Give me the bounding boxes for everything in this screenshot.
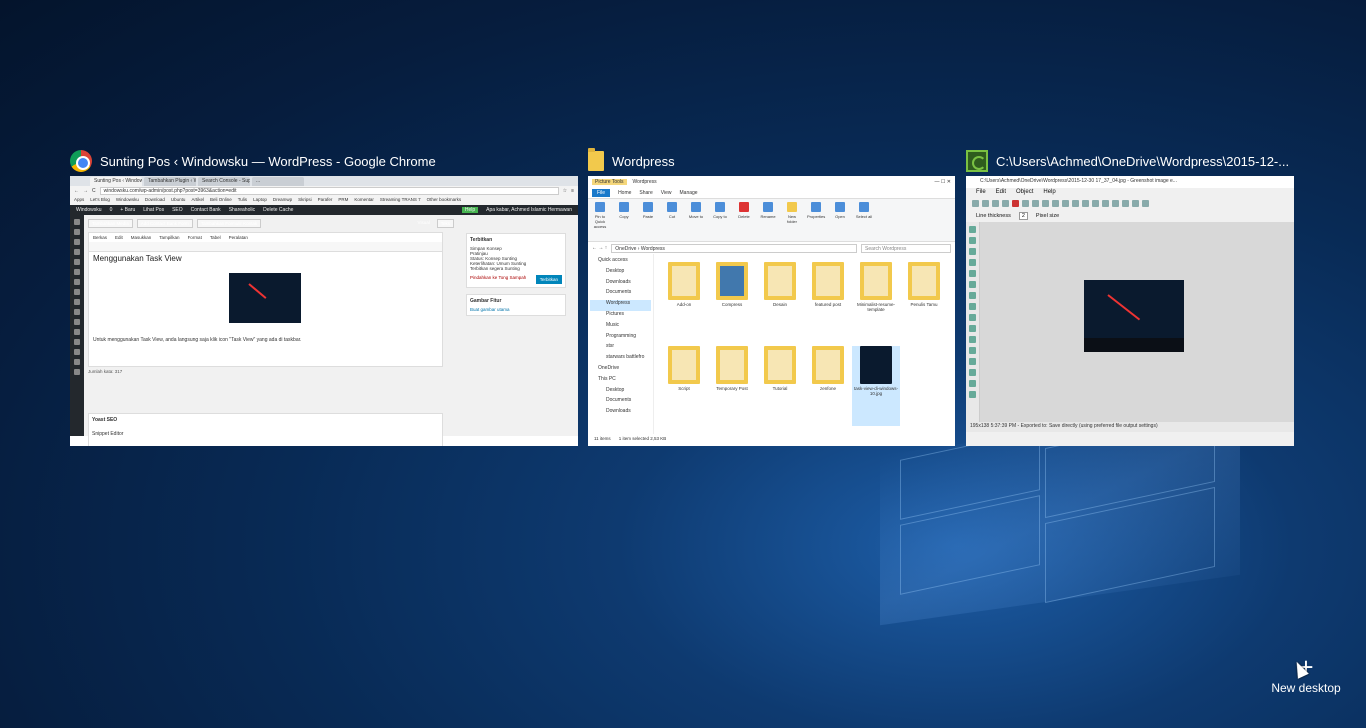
file-label: task-view-di-windows-10.jpg [853, 386, 898, 396]
featured-image-box: Gambar Fitur Buat gambar utama [466, 294, 566, 316]
file-label: Temporary Post [716, 386, 748, 391]
wp-right-column: Terbitkan Simpan Konsep Pratinjau Status… [466, 233, 566, 322]
file-item[interactable]: task-view-di-windows-10.jpg [852, 346, 900, 426]
file-grid: Add-on Compress Desain featured post Minimal… [654, 254, 955, 434]
greenshot-status-bar: 195x138 5:37:39 PM - Exported to: Save d… [966, 422, 1294, 432]
browser-tab: Sunting Pos ‹ Windowsk... [90, 177, 142, 186]
greenshot-options: Line thickness 2 Pixel size [976, 212, 1060, 220]
task-view-window-explorer[interactable]: Wordpress Picture Tools Wordpress — ☐ ✕ … [588, 148, 955, 446]
post-editor: Berkas Edit Masukkan Tampilkan Format Tabel… [88, 232, 443, 367]
address-bar: ← → C windowsku.com/wp-admin/post.php?post… [70, 186, 578, 196]
greenshot-titlebar: C:\Users\Achmed\OneDrive\Wordpress\2015-… [966, 176, 1294, 188]
nav-item[interactable]: Pictures [590, 311, 651, 322]
bookmarks-bar: Apps Let's Blog Windowsku Download Ubuntu A… [70, 196, 578, 205]
explorer-address-bar: ← → ↑ OneDrive › Wordpress Search Wordpr… [588, 242, 955, 254]
folder-icon [812, 262, 844, 300]
browser-tab: Tambahkan Plugin ‹ Windo... [144, 177, 196, 186]
nav-item[interactable]: Quick access [590, 257, 651, 268]
wp-sidebar [70, 215, 84, 436]
window-header[interactable]: C:\Users\Achmed\OneDrive\Wordpress\2015-… [966, 148, 1294, 174]
greenshot-canvas [980, 222, 1294, 422]
file-label: Penulis Tamu [910, 302, 938, 307]
file-item[interactable]: Minimalist-resume-template [852, 262, 900, 342]
file-item[interactable]: Temporary Post [708, 346, 756, 426]
folder-icon [764, 262, 796, 300]
folder-icon [668, 262, 700, 300]
folder-icon [908, 262, 940, 300]
yoast-box: Yoast SEO Snippet Editor [88, 413, 443, 446]
nav-item[interactable]: Downloads [590, 408, 651, 419]
folder-icon [716, 262, 748, 300]
task-view-window-greenshot[interactable]: C:\Users\Achmed\OneDrive\Wordpress\2015-… [966, 148, 1294, 446]
file-label: Tutorial [772, 386, 788, 391]
file-item[interactable]: Tutorial [756, 346, 804, 426]
nav-item[interactable]: Documents [590, 397, 651, 408]
file-label: Minimalist-resume-template [856, 302, 895, 312]
ribbon: Pin to Quick access Copy Paste Cut Move … [588, 198, 955, 242]
greenshot-side-tools [966, 222, 980, 422]
explorer-status-bar: 11 items 1 item selected 2,53 KB [594, 436, 667, 441]
file-item[interactable]: Add-on [660, 262, 708, 342]
nav-item[interactable]: stsr [590, 343, 651, 354]
nav-item[interactable]: Programming [590, 333, 651, 344]
window-title: Sunting Pos ‹ Windowsku — WordPress - Go… [100, 153, 436, 169]
folder-icon [860, 262, 892, 300]
window-header[interactable]: Wordpress [588, 148, 955, 174]
browser-tabs: Sunting Pos ‹ Windowsk... Tambahkan Plug… [70, 176, 578, 186]
explorer-titlebar: Picture Tools Wordpress — ☐ ✕ [588, 176, 955, 188]
file-label: featured post [814, 302, 842, 307]
chrome-icon [70, 150, 92, 172]
file-label: Script [678, 386, 690, 391]
nav-item[interactable]: Wordpress [590, 300, 651, 311]
nav-item[interactable]: Music [590, 322, 651, 333]
nav-item[interactable]: This PC [590, 376, 651, 387]
nav-item[interactable]: Desktop [590, 387, 651, 398]
editor-buttons: Tambahkan Media Add Contact Bank Form Ta… [88, 219, 574, 228]
folder-icon [588, 148, 604, 171]
nav-item[interactable]: OneDrive [590, 365, 651, 376]
window-thumbnail[interactable]: Picture Tools Wordpress — ☐ ✕ File Home … [588, 176, 955, 446]
greenshot-icon [966, 150, 988, 172]
post-heading: Menggunakan Task View [93, 254, 182, 263]
navigation-pane: Quick access Desktop Downloads Documents Wor… [588, 254, 654, 434]
folder-icon [668, 346, 700, 384]
ribbon-tabs: File Home Share View Manage [588, 188, 955, 198]
window-thumbnail[interactable]: Sunting Pos ‹ Windowsk... Tambahkan Plug… [70, 176, 578, 446]
browser-tab: ... [252, 177, 304, 186]
file-item[interactable]: Desain [756, 262, 804, 342]
nav-item[interactable]: Desktop [590, 268, 651, 279]
file-item[interactable]: Compress [708, 262, 756, 342]
wp-admin-bar: Windowsku 0 + Baru Lihat Pos SEO Contact Ba… [70, 205, 578, 215]
nav-item[interactable]: Downloads [590, 279, 651, 290]
file-label: Add-on [676, 302, 692, 307]
folder-icon [716, 346, 748, 384]
image-thumbnail-icon [860, 346, 892, 384]
file-item[interactable]: featured post [804, 262, 852, 342]
task-view-window-chrome[interactable]: Sunting Pos ‹ Windowsku — WordPress - Go… [70, 148, 578, 446]
post-paragraph: Untuk menggunakan Task View, anda langsu… [93, 337, 302, 343]
file-item[interactable]: Penulis Tamu [900, 262, 948, 342]
greenshot-menu: File Edit Object Help [976, 189, 1056, 195]
window-header[interactable]: Sunting Pos ‹ Windowsku — WordPress - Go… [70, 148, 578, 174]
window-title: C:\Users\Achmed\OneDrive\Wordpress\2015-… [996, 153, 1290, 169]
url-field: windowsku.com/wp-admin/post.php?post=396… [99, 187, 559, 195]
window-thumbnail[interactable]: C:\Users\Achmed\OneDrive\Wordpress\2015-… [966, 176, 1294, 446]
nav-item[interactable]: Documents [590, 289, 651, 300]
folder-icon [812, 346, 844, 384]
word-count: Jumlah kata: 317 [88, 369, 123, 374]
greenshot-toolbar [966, 198, 1294, 210]
window-title: Wordpress [612, 153, 675, 169]
file-label: zenfone [819, 386, 836, 391]
file-label: Compress [721, 302, 743, 307]
nav-item[interactable]: starwars battlefro [590, 354, 651, 365]
browser-tab: Search Console - Super B... [198, 177, 250, 186]
publish-box: Terbitkan Simpan Konsep Pratinjau Status… [466, 233, 566, 288]
folder-icon [764, 346, 796, 384]
post-image [229, 273, 301, 323]
file-item[interactable]: zenfone [804, 346, 852, 426]
file-label: Desain [772, 302, 787, 307]
new-desktop-label: New desktop [1271, 681, 1341, 695]
file-item[interactable]: Script [660, 346, 708, 426]
screenshot-image [1084, 280, 1184, 352]
